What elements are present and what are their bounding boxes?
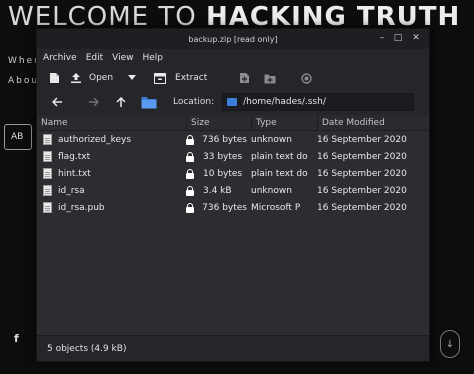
background-text-line-2: Abou [8, 76, 40, 86]
file-icon [43, 185, 52, 196]
location-bar: Location: /home/hades/.ssh/ [37, 89, 429, 115]
column-header-name[interactable]: Name [37, 115, 187, 130]
back-arrow-icon[interactable] [47, 93, 67, 111]
facebook-icon[interactable]: f [14, 332, 19, 345]
file-type: unknown [251, 134, 292, 145]
minimize-icon[interactable]: – [377, 33, 387, 43]
window-title: backup.zip [read only] [188, 34, 278, 44]
file-list: Name Size Type Date Modified authorized_… [37, 115, 429, 335]
file-size: 736 bytes [202, 202, 247, 213]
stop-icon[interactable] [299, 71, 313, 85]
file-name: id_rsa.pub [58, 202, 105, 213]
close-icon[interactable]: ✕ [411, 33, 421, 43]
status-text: 5 objects (4.9 kB) [47, 343, 127, 354]
lock-icon [186, 151, 194, 162]
file-type: unknown [251, 185, 292, 196]
open-button[interactable]: Open [89, 73, 113, 83]
file-icon [43, 202, 52, 213]
background-about-button[interactable]: AB [4, 124, 32, 150]
archive-manager-window: backup.zip [read only] – □ ✕ Archive Edi… [36, 28, 430, 362]
menu-edit[interactable]: Edit [86, 53, 103, 63]
file-type: plain text do [251, 168, 308, 179]
extract-icon[interactable] [153, 71, 167, 85]
file-size: 33 bytes [203, 151, 243, 162]
file-icon [43, 134, 52, 145]
toolbar: Open Extract [37, 67, 429, 89]
file-icon [43, 151, 52, 162]
file-size: 3.4 kB [203, 185, 232, 196]
file-type: Microsoft P [251, 202, 301, 213]
location-path: /home/hades/.ssh/ [243, 97, 326, 107]
add-folder-icon[interactable] [263, 71, 277, 85]
file-date: 16 September 2020 [317, 185, 407, 196]
lock-icon [186, 185, 194, 196]
lock-icon [186, 202, 195, 213]
file-date: 16 September 2020 [317, 134, 407, 145]
menu-view[interactable]: View [112, 53, 133, 63]
column-header-size[interactable]: Size [187, 115, 252, 130]
file-name: authorized_keys [58, 134, 132, 145]
forward-arrow-icon[interactable] [83, 93, 103, 111]
chevron-down-icon[interactable] [125, 71, 139, 85]
column-header-date[interactable]: Date Modified [318, 115, 429, 130]
menu-archive[interactable]: Archive [43, 53, 77, 63]
column-header-row: Name Size Type Date Modified [37, 115, 429, 131]
menu-help[interactable]: Help [142, 53, 163, 63]
file-date: 16 September 2020 [317, 151, 407, 162]
status-bar: 5 objects (4.9 kB) [37, 335, 429, 361]
table-row[interactable]: authorized_keys 736 bytes unknown 16 Sep… [37, 131, 429, 148]
lock-icon [186, 134, 195, 145]
lock-icon [186, 168, 194, 179]
table-row[interactable]: id_rsa 3.4 kB unknown 16 September 2020 [37, 182, 429, 199]
scroll-down-icon[interactable]: ↓ [440, 330, 460, 358]
column-header-type[interactable]: Type [252, 115, 318, 130]
file-type: plain text do [251, 151, 308, 162]
table-row[interactable]: id_rsa.pub 736 bytes Microsoft P 16 Sept… [37, 199, 429, 216]
location-label: Location: [173, 97, 215, 107]
maximize-icon[interactable]: □ [393, 33, 403, 43]
folder-icon [227, 98, 238, 106]
new-archive-icon[interactable] [47, 71, 61, 85]
add-files-icon[interactable] [237, 71, 251, 85]
menu-bar: Archive Edit View Help [37, 49, 429, 67]
file-name: hint.txt [58, 168, 91, 179]
up-arrow-icon[interactable] [111, 93, 131, 111]
table-row[interactable]: hint.txt 10 bytes plain text do 16 Septe… [37, 165, 429, 182]
table-row[interactable]: flag.txt 33 bytes plain text do 16 Septe… [37, 148, 429, 165]
extract-button[interactable]: Extract [175, 73, 207, 83]
file-date: 16 September 2020 [317, 168, 407, 179]
location-field[interactable]: /home/hades/.ssh/ [222, 93, 415, 111]
file-size: 10 bytes [203, 168, 243, 179]
open-archive-icon[interactable] [69, 71, 83, 85]
file-name: flag.txt [58, 151, 91, 162]
file-size: 736 bytes [202, 134, 247, 145]
title-bar[interactable]: backup.zip [read only] – □ ✕ [37, 29, 429, 49]
file-icon [43, 168, 52, 179]
home-folder-icon[interactable] [139, 93, 159, 111]
file-name: id_rsa [58, 185, 85, 196]
file-date: 16 September 2020 [317, 202, 407, 213]
